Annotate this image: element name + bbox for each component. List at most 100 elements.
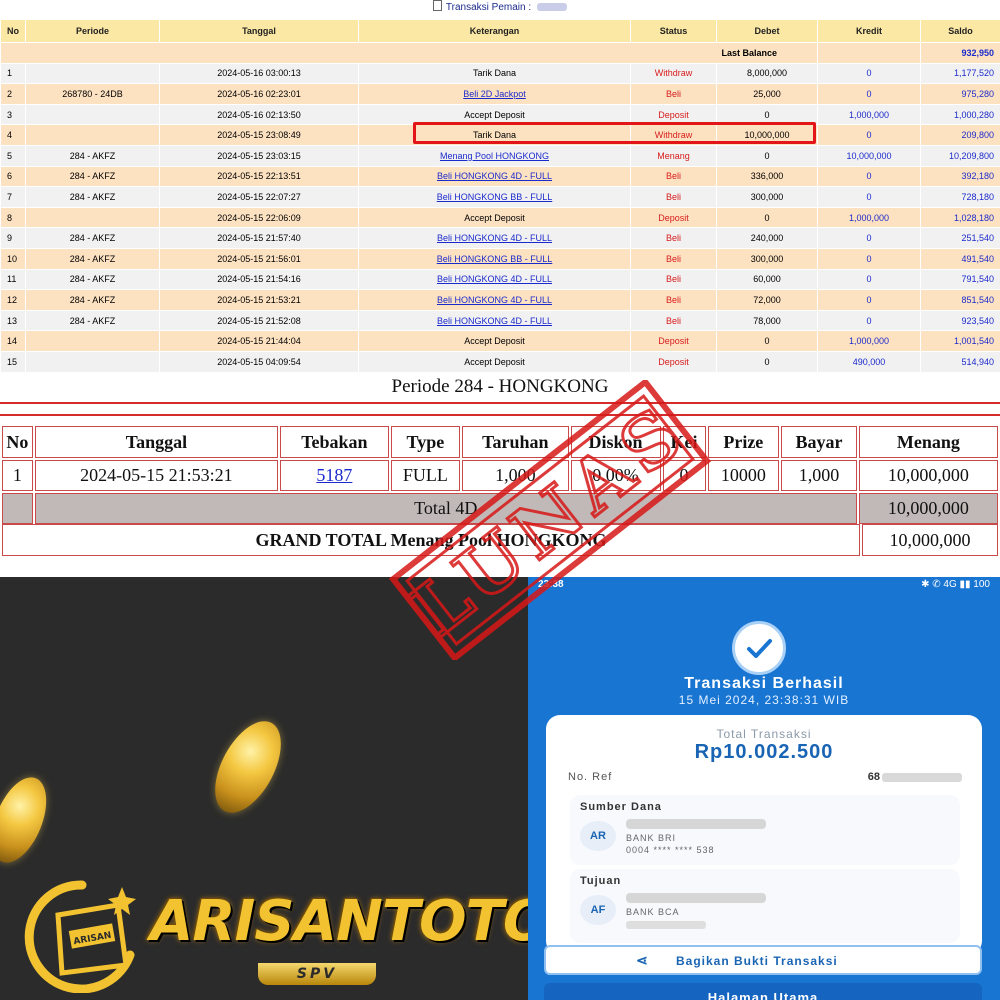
row-no: 6 [0, 165, 26, 188]
row-periode: 284 - AKFZ [25, 309, 160, 332]
keterangan-link[interactable]: Beli HONGKONG 4D - FULL [437, 233, 552, 243]
row-tanggal: 2024-05-15 21:52:08 [159, 309, 359, 332]
row-no: 13 [0, 309, 26, 332]
success-check-icon [732, 621, 786, 675]
row-periode [25, 124, 160, 146]
row-tanggal: 2024-05-15 22:07:27 [159, 186, 359, 208]
row-periode: 268780 - 24DB [25, 83, 160, 105]
win-header-diskon: Diskon [570, 426, 661, 458]
row-status: Withdraw [630, 124, 717, 146]
last-balance-label: Last Balance [0, 42, 818, 64]
row-no: 4 [0, 124, 26, 146]
win-tebakan[interactable]: 5187 [280, 460, 389, 491]
status-time: 23:38 [538, 579, 564, 590]
keterangan-link[interactable]: Menang Pool HONGKONG [440, 151, 549, 161]
row-status: Deposit [630, 103, 717, 126]
row-kredit: 0 [817, 227, 921, 249]
row-keterangan: Accept Deposit [358, 330, 631, 352]
row-keterangan[interactable]: Beli HONGKONG 4D - FULL [358, 289, 631, 311]
share-receipt-label: Bagikan Bukti Transaksi [676, 954, 838, 968]
keterangan-link[interactable]: Beli HONGKONG BB - FULL [437, 254, 553, 264]
total-transaksi-label: Total Transaksi [716, 727, 812, 741]
transaction-table: No Periode Tanggal Keterangan Status Deb… [0, 19, 1000, 373]
row-kredit: 1,000,000 [817, 330, 921, 352]
row-tanggal: 2024-05-15 21:56:01 [159, 247, 359, 270]
row-no: 2 [0, 83, 26, 105]
row-kredit: 0 [817, 247, 921, 270]
win-header-taruhan: Taruhan [462, 426, 569, 458]
keterangan-link[interactable]: Beli HONGKONG 4D - FULL [437, 171, 552, 181]
col-header-saldo: Saldo [920, 19, 1000, 43]
row-debet: 300,000 [716, 186, 818, 208]
keterangan-link[interactable]: Beli HONGKONG BB - FULL [437, 192, 553, 202]
row-saldo: 1,000,280 [920, 103, 1000, 126]
table-row: 10 284 - AKFZ 2024-05-15 21:56:01 Beli HONG… [0, 247, 1000, 270]
col-header-no: No [0, 19, 26, 43]
row-tanggal: 2024-05-16 02:13:50 [159, 103, 359, 126]
row-no: 5 [0, 144, 26, 167]
share-receipt-button[interactable]: ⋖ Bagikan Bukti Transaksi [544, 945, 982, 975]
win-taruhan: 1,000 [462, 460, 569, 491]
table-row: 8 2024-05-15 22:06:09 Accept Deposit Deposi… [0, 206, 1000, 229]
row-tanggal: 2024-05-15 22:06:09 [159, 206, 359, 229]
arisantoto-emblem-icon: ARISAN [24, 880, 136, 993]
transaction-caption-text: Transaksi Pemain : [445, 2, 532, 13]
row-no: 14 [0, 330, 26, 352]
row-keterangan[interactable]: Menang Pool HONGKONG [358, 144, 631, 167]
row-debet: 240,000 [716, 227, 818, 249]
row-keterangan[interactable]: Beli HONGKONG BB - FULL [358, 247, 631, 270]
row-debet: 0 [716, 144, 818, 167]
keterangan-link[interactable]: Beli HONGKONG 4D - FULL [437, 274, 552, 284]
row-tanggal: 2024-05-15 23:08:49 [159, 124, 359, 146]
last-balance-row: Last Balance 932,950 [0, 42, 1000, 64]
player-name-blurred [537, 3, 568, 12]
tebakan-link[interactable]: 5187 [316, 465, 352, 485]
row-keterangan[interactable]: Beli HONGKONG BB - FULL [358, 186, 631, 208]
win-prize: 10000 [707, 460, 780, 491]
row-status: Menang [630, 144, 717, 167]
row-saldo: 728,180 [920, 186, 1000, 208]
row-kredit: 10,000,000 [817, 144, 921, 167]
row-saldo: 392,180 [920, 165, 1000, 188]
row-periode [25, 206, 160, 229]
row-status: Deposit [630, 330, 717, 352]
row-status: Beli [630, 227, 717, 249]
row-tanggal: 2024-05-15 21:53:21 [159, 289, 359, 311]
row-status: Beli [630, 186, 717, 208]
row-tanggal: 2024-05-16 03:00:13 [159, 62, 359, 85]
share-icon: ⋖ [636, 952, 649, 968]
keterangan-link[interactable]: Beli HONGKONG 4D - FULL [437, 295, 552, 305]
total-spacer [2, 493, 33, 524]
row-saldo: 251,540 [920, 227, 1000, 249]
total-row: Total 4D 10,000,000 [2, 493, 998, 524]
source-name-blurred [626, 819, 766, 829]
table-row: 4 2024-05-15 23:08:49 Tarik Dana Withdraw 10… [0, 124, 1000, 146]
home-button[interactable]: Halaman Utama [544, 983, 982, 1000]
row-saldo: 923,540 [920, 309, 1000, 332]
grand-total-table: GRAND TOTAL Menang Pool HONGKONG 10,000,… [0, 522, 1000, 558]
row-tanggal: 2024-05-16 02:23:01 [159, 83, 359, 105]
row-keterangan[interactable]: Beli HONGKONG 4D - FULL [358, 227, 631, 249]
row-keterangan[interactable]: Beli HONGKONG 4D - FULL [358, 309, 631, 332]
success-date: 15 Mei 2024, 23:38:31 WIB [678, 693, 850, 707]
table-row: 7 284 - AKFZ 2024-05-15 22:07:27 Beli HONGK… [0, 186, 1000, 208]
ref-blurred [882, 772, 962, 782]
row-kredit: 490,000 [817, 350, 921, 373]
row-keterangan[interactable]: Beli HONGKONG 4D - FULL [358, 165, 631, 188]
row-keterangan[interactable]: Beli 2D Jackpot [358, 83, 631, 105]
keterangan-link[interactable]: Beli HONGKONG 4D - FULL [437, 316, 552, 326]
row-keterangan[interactable]: Beli HONGKONG 4D - FULL [358, 268, 631, 291]
divider-line [0, 402, 1000, 404]
row-kredit: 0 [817, 186, 921, 208]
keterangan-link[interactable]: Beli 2D Jackpot [463, 89, 526, 99]
table-row: 2 268780 - 24DB 2024-05-16 02:23:01 Beli 2D… [0, 83, 1000, 105]
win-header-row: No Tanggal Tebakan Type Taruhan Diskon K… [2, 426, 998, 458]
row-debet: 336,000 [716, 165, 818, 188]
row-tanggal: 2024-05-15 21:54:16 [159, 268, 359, 291]
row-periode [25, 62, 160, 85]
win-kei: 0 [662, 460, 706, 491]
col-header-debet: Debet [716, 19, 818, 43]
row-debet: 25,000 [716, 83, 818, 105]
row-no: 15 [0, 350, 26, 373]
row-no: 10 [0, 247, 26, 270]
